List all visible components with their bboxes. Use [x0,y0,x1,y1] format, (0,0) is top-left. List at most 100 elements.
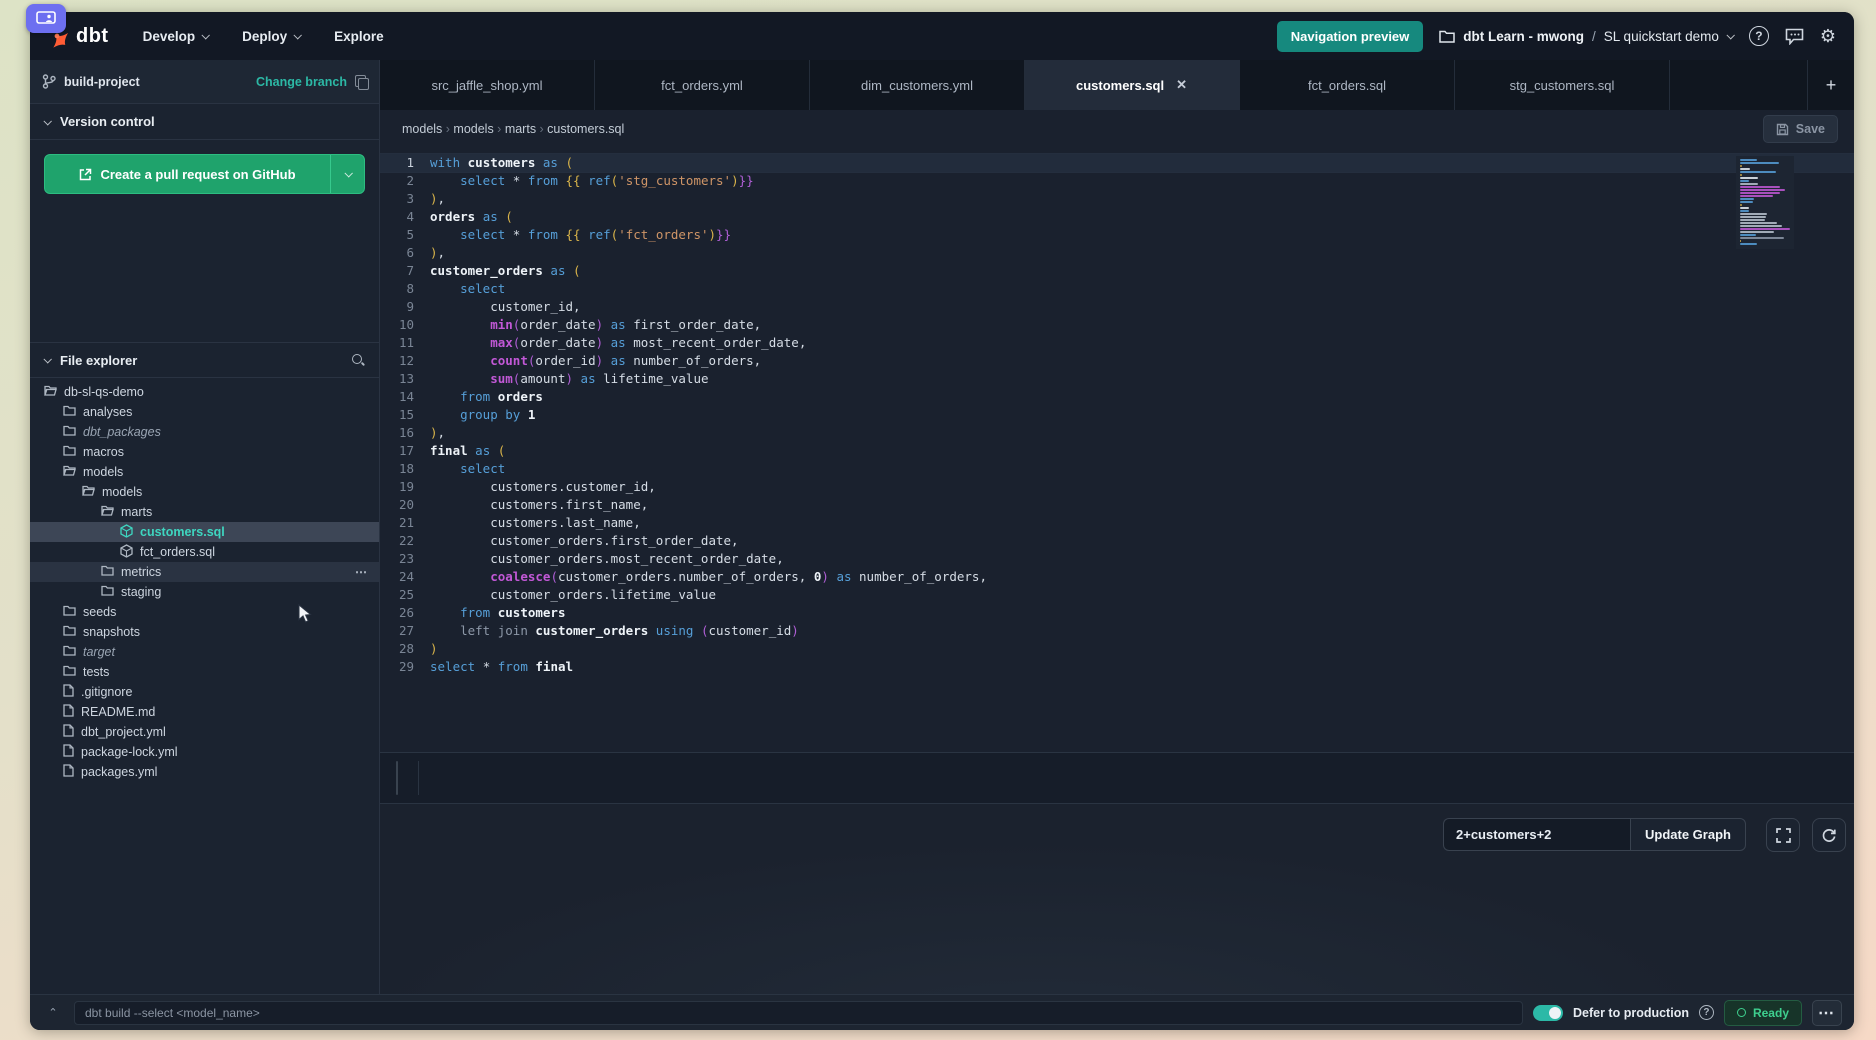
tree-item-tests[interactable]: tests [30,662,379,682]
breadcrumb-segment[interactable]: customers.sql [547,122,624,136]
code-line[interactable]: 8 select [380,280,1854,298]
create-pr-dropdown[interactable] [330,155,364,193]
tree-item-dbt-packages[interactable]: dbt_packages [30,422,379,442]
code-line[interactable]: 29select * from final [380,658,1854,676]
tree-item-models[interactable]: models [30,462,379,482]
search-icon[interactable] [351,353,365,367]
file-explorer-header[interactable]: File explorer [30,342,379,378]
row-kebab-icon[interactable]: ⋯ [355,565,369,579]
tree-item-snapshots[interactable]: snapshots [30,622,379,642]
version-control-header[interactable]: Version control [30,104,379,140]
code-line[interactable]: 21 customers.last_name, [380,514,1854,532]
code-line[interactable]: 17final as ( [380,442,1854,460]
code-line[interactable]: 2 select * from {{ ref('stg_customers')}… [380,172,1854,190]
help-icon[interactable]: ? [1749,26,1769,46]
preview-button[interactable] [396,761,398,795]
expand-panel-caret[interactable]: ⌃ [42,1006,64,1019]
tree-item-marts[interactable]: marts [30,502,379,522]
code-line[interactable]: 15 group by 1 [380,406,1854,424]
code-line[interactable]: 16), [380,424,1854,442]
code-line[interactable]: 11 max(order_date) as most_recent_order_… [380,334,1854,352]
code-editor[interactable]: 1with customers as (2 select * from {{ r… [380,148,1854,752]
tree-item-models[interactable]: models [30,482,379,502]
line-number: 21 [380,514,430,532]
code-line[interactable]: 26 from customers [380,604,1854,622]
breadcrumb-segment[interactable]: marts [505,122,536,136]
close-icon[interactable]: ✕ [1174,77,1189,93]
code-text: customer_id, [430,298,581,316]
breadcrumb-separator: / [1592,29,1596,44]
menu-explore[interactable]: Explore [334,29,384,44]
line-number: 8 [380,280,430,298]
tree-item--gitignore[interactable]: .gitignore [30,682,379,702]
code-line[interactable]: 7customer_orders as ( [380,262,1854,280]
code-line[interactable]: 25 customer_orders.lifetime_value [380,586,1854,604]
code-line[interactable]: 20 customers.first_name, [380,496,1854,514]
tree-item-macros[interactable]: macros [30,442,379,462]
save-button[interactable]: Save [1763,115,1838,143]
line-number: 17 [380,442,430,460]
code-line[interactable]: 13 sum(amount) as lifetime_value [380,370,1854,388]
settings-gear-icon[interactable]: ⚙ [1820,27,1836,45]
tab-fct-orders-sql[interactable]: fct_orders.sql [1240,60,1455,110]
project-breadcrumb[interactable]: dbt Learn - mwong / SL quickstart demo [1439,29,1733,44]
line-number: 13 [380,370,430,388]
code-line[interactable]: 10 min(order_date) as first_order_date, [380,316,1854,334]
tree-item-packages-yml[interactable]: packages.yml [30,762,379,782]
create-pr-button[interactable]: Create a pull request on GitHub [44,154,365,194]
tree-item-customers-sql[interactable]: customers.sql [30,522,379,542]
new-tab-button[interactable]: + [1808,60,1854,110]
menu-develop[interactable]: Develop [143,29,209,44]
tab-fct-orders-yml[interactable]: fct_orders.yml [595,60,810,110]
tab-src-jaffle-shop-yml[interactable]: src_jaffle_shop.yml [380,60,595,110]
tree-item-dbt-project-yml[interactable]: dbt_project.yml [30,722,379,742]
tree-item-fct-orders-sql[interactable]: fct_orders.sql [30,542,379,562]
breadcrumb-segment[interactable]: models [453,122,493,136]
refresh-button[interactable] [1812,818,1846,852]
tree-item-package-lock-yml[interactable]: package-lock.yml [30,742,379,762]
tree-item-label: marts [121,505,152,519]
change-branch-link[interactable]: Change branch [256,75,347,89]
code-line[interactable]: 19 customers.customer_id, [380,478,1854,496]
code-line[interactable]: 18 select [380,460,1854,478]
tree-item-db-sl-qs-demo[interactable]: db-sl-qs-demo [30,382,379,402]
code-line[interactable]: 22 customer_orders.first_order_date, [380,532,1854,550]
code-line[interactable]: 28) [380,640,1854,658]
code-line[interactable]: 6), [380,244,1854,262]
code-line[interactable]: 24 coalesce(customer_orders.number_of_or… [380,568,1854,586]
code-line[interactable]: 9 customer_id, [380,298,1854,316]
tab-stg-customers-sql[interactable]: stg_customers.sql [1455,60,1670,110]
code-line[interactable]: 27 left join customer_orders using (cust… [380,622,1854,640]
tab-customers-sql[interactable]: customers.sql✕ [1025,60,1240,110]
navigation-preview-button[interactable]: Navigation preview [1277,21,1423,52]
code-line[interactable]: 5 select * from {{ ref('fct_orders')}} [380,226,1854,244]
copy-icon[interactable] [355,75,367,88]
code-line[interactable]: 4orders as ( [380,208,1854,226]
tree-item-staging[interactable]: staging [30,582,379,602]
tree-item-metrics[interactable]: metrics⋯ [30,562,379,582]
minimap-line [1740,228,1790,230]
statusbar-kebab-button[interactable]: ⋯ [1812,1000,1842,1026]
menu-deploy[interactable]: Deploy [242,29,300,44]
code-line[interactable]: 3), [380,190,1854,208]
defer-info-icon[interactable]: ? [1699,1005,1714,1020]
code-line[interactable]: 12 count(order_id) as number_of_orders, [380,352,1854,370]
code-line[interactable]: 14 from orders [380,388,1854,406]
tab-dim-customers-yml[interactable]: dim_customers.yml [810,60,1025,110]
tree-item-readme-md[interactable]: README.md [30,702,379,722]
command-input[interactable] [74,1001,1523,1025]
fullscreen-button[interactable] [1766,818,1800,852]
breadcrumb-segment[interactable]: models [402,122,442,136]
defer-toggle[interactable] [1533,1005,1563,1021]
feedback-icon[interactable] [1785,28,1804,45]
tree-item-label: seeds [83,605,116,619]
screen-share-badge [26,4,66,33]
code-line[interactable]: 1with customers as ( [380,154,1854,172]
update-graph-button[interactable]: Update Graph [1630,818,1746,851]
code-line[interactable]: 23 customer_orders.most_recent_order_dat… [380,550,1854,568]
lineage-search-input[interactable] [1443,818,1630,851]
tree-item-analyses[interactable]: analyses [30,402,379,422]
tree-item-seeds[interactable]: seeds [30,602,379,622]
tree-item-target[interactable]: target [30,642,379,662]
editor-minimap[interactable] [1736,156,1794,249]
